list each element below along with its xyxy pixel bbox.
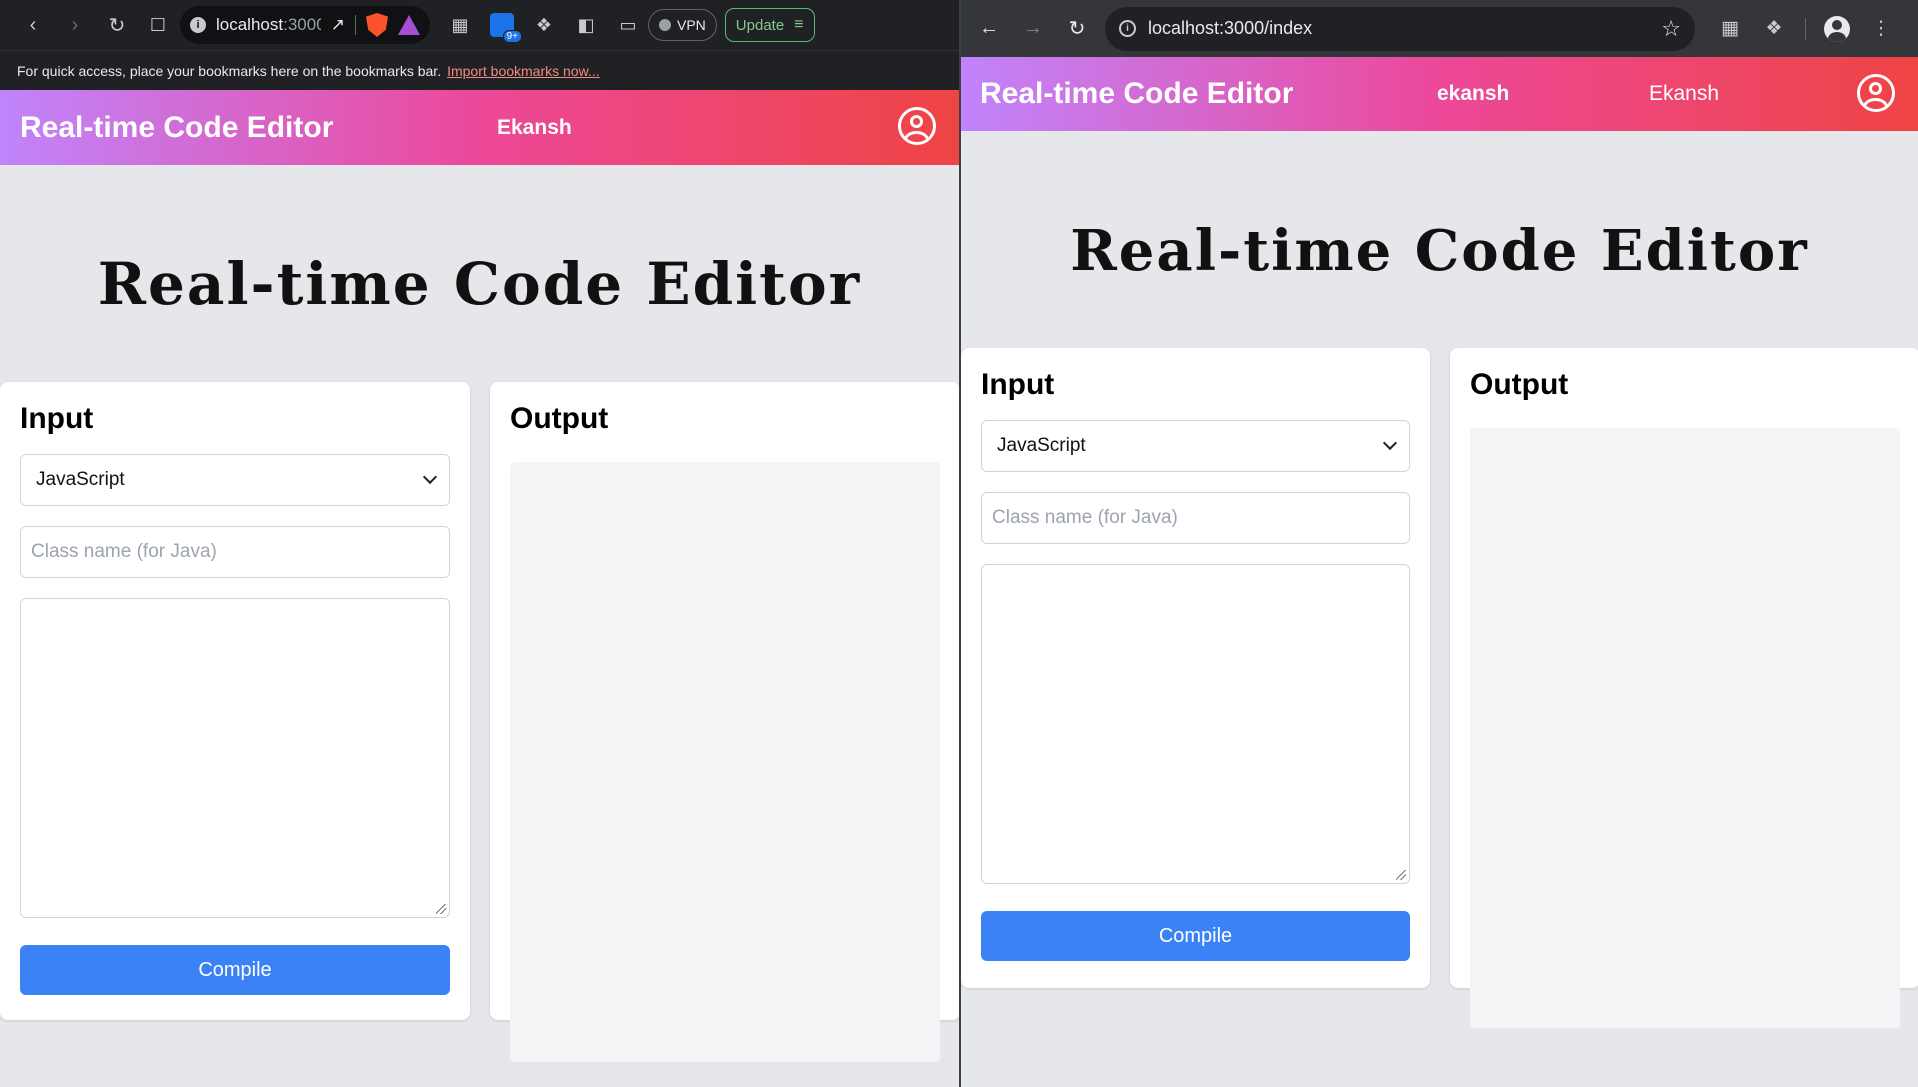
username-link[interactable]: ekansh (1437, 82, 1509, 106)
left-browser-window: ‹ › ↻ ☐ i localhost:3000/... ↗ ▦ 9+ ❖ ◧ … (0, 0, 959, 1087)
hero-title: Real-time Code Editor (97, 250, 862, 318)
forward-icon[interactable]: › (54, 8, 96, 42)
classname-input[interactable]: Class name (for Java) (981, 492, 1410, 544)
right-app-header: Real-time Code Editor ekansh Ekansh (961, 57, 1918, 131)
classname-placeholder: Class name (for Java) (31, 541, 217, 562)
update-label: Update (735, 16, 785, 34)
profile-icon[interactable] (1857, 74, 1895, 112)
app-title[interactable]: Real-time Code Editor (980, 77, 1293, 111)
brave-shields-icon[interactable] (366, 13, 388, 37)
brave-rewards-icon[interactable] (398, 15, 420, 35)
kebab-menu-icon[interactable]: ⋮ (1868, 16, 1894, 42)
resize-handle-icon[interactable] (436, 904, 446, 914)
reload-icon[interactable]: ↻ (1055, 9, 1099, 49)
output-heading: Output (1470, 368, 1569, 401)
right-url: localhost:3000/index (1148, 18, 1313, 38)
chevron-down-icon (1382, 435, 1398, 451)
toolbar-separator (1805, 17, 1806, 40)
forward-icon[interactable]: → (1011, 9, 1055, 49)
site-info-icon[interactable]: i (190, 17, 206, 33)
import-bookmarks-link[interactable]: Import bookmarks now... (447, 63, 600, 79)
language-select[interactable]: JavaScript (981, 420, 1410, 472)
account-avatar-icon[interactable] (1824, 15, 1850, 42)
right-extensions: ▦ ❖ ⋮ (1717, 15, 1894, 42)
output-area (510, 462, 940, 1062)
app-title[interactable]: Real-time Code Editor (20, 111, 333, 145)
vpn-status-icon (659, 19, 671, 31)
classname-placeholder: Class name (for Java) (992, 507, 1178, 528)
left-app-header: Real-time Code Editor Ekansh (0, 90, 959, 165)
left-address-bar[interactable]: i localhost:3000/... ↗ (180, 6, 430, 44)
input-heading: Input (20, 402, 94, 435)
site-info-icon[interactable]: i (1119, 20, 1136, 37)
code-textarea[interactable] (981, 564, 1410, 884)
right-browser-window: ← → ↻ i localhost:3000/index ☆ ▦ ❖ ⋮ Rea… (961, 0, 1918, 1087)
extension-badge-icon[interactable]: 9+ (488, 11, 522, 43)
profile-icon[interactable] (898, 107, 936, 145)
classname-input[interactable]: Class name (for Java) (20, 526, 450, 578)
extensions-puzzle-icon[interactable]: ❖ (1761, 16, 1787, 42)
input-card: Input JavaScript Class name (for Java) C… (961, 348, 1430, 988)
back-icon[interactable]: ‹ (12, 8, 54, 42)
compile-button[interactable]: Compile (20, 945, 450, 995)
left-browser-toolbar: ‹ › ↻ ☐ i localhost:3000/... ↗ ▦ 9+ ❖ ◧ … (0, 0, 959, 50)
input-heading: Input (981, 368, 1055, 401)
vpn-button[interactable]: VPN (648, 9, 717, 41)
back-icon[interactable]: ← (967, 9, 1011, 49)
update-button[interactable]: Update ≡ (724, 8, 815, 42)
right-browser-toolbar: ← → ↻ i localhost:3000/index ☆ ▦ ❖ ⋮ (961, 0, 1918, 57)
code-textarea[interactable] (20, 598, 450, 918)
sidebar-icon[interactable]: ◧ (572, 11, 600, 39)
right-address-bar[interactable]: i localhost:3000/index ☆ (1105, 6, 1695, 51)
bookmarks-message: For quick access, place your bookmarks h… (17, 62, 442, 79)
address-separator (355, 15, 356, 35)
output-area (1470, 428, 1900, 1028)
compile-button[interactable]: Compile (981, 911, 1410, 961)
left-extensions: ▦ 9+ ❖ ◧ ▭ (446, 11, 642, 43)
wallet-icon[interactable]: ▭ (614, 11, 642, 39)
bookmark-icon[interactable]: ☐ (138, 15, 178, 36)
reload-icon[interactable]: ↻ (96, 8, 138, 42)
resize-handle-icon[interactable] (1396, 870, 1406, 880)
share-icon[interactable]: ↗ (331, 15, 345, 35)
screen: ‹ › ↻ ☐ i localhost:3000/... ↗ ▦ 9+ ❖ ◧ … (0, 0, 1918, 1087)
bookmarks-bar: For quick access, place your bookmarks h… (0, 50, 959, 90)
output-heading: Output (510, 402, 609, 435)
username-link[interactable]: Ekansh (497, 116, 572, 140)
input-card: Input JavaScript Class name (for Java) C… (0, 382, 470, 1020)
chevron-down-icon (422, 469, 438, 485)
language-selected-value: JavaScript (36, 469, 125, 490)
extensions-puzzle-icon[interactable]: ❖ (530, 11, 558, 39)
hero-title: Real-time Code Editor (1070, 218, 1809, 284)
display-name-link[interactable]: Ekansh (1649, 82, 1719, 106)
bookmark-star-icon[interactable]: ☆ (1661, 16, 1681, 42)
left-url: localhost:3000/... (216, 15, 321, 34)
language-select[interactable]: JavaScript (20, 454, 450, 506)
menu-icon: ≡ (794, 16, 804, 33)
language-selected-value: JavaScript (997, 435, 1086, 456)
extension-selenium-icon[interactable]: ▦ (1717, 16, 1743, 42)
vpn-label: VPN (677, 17, 706, 33)
extension-selenium-icon[interactable]: ▦ (446, 11, 474, 39)
